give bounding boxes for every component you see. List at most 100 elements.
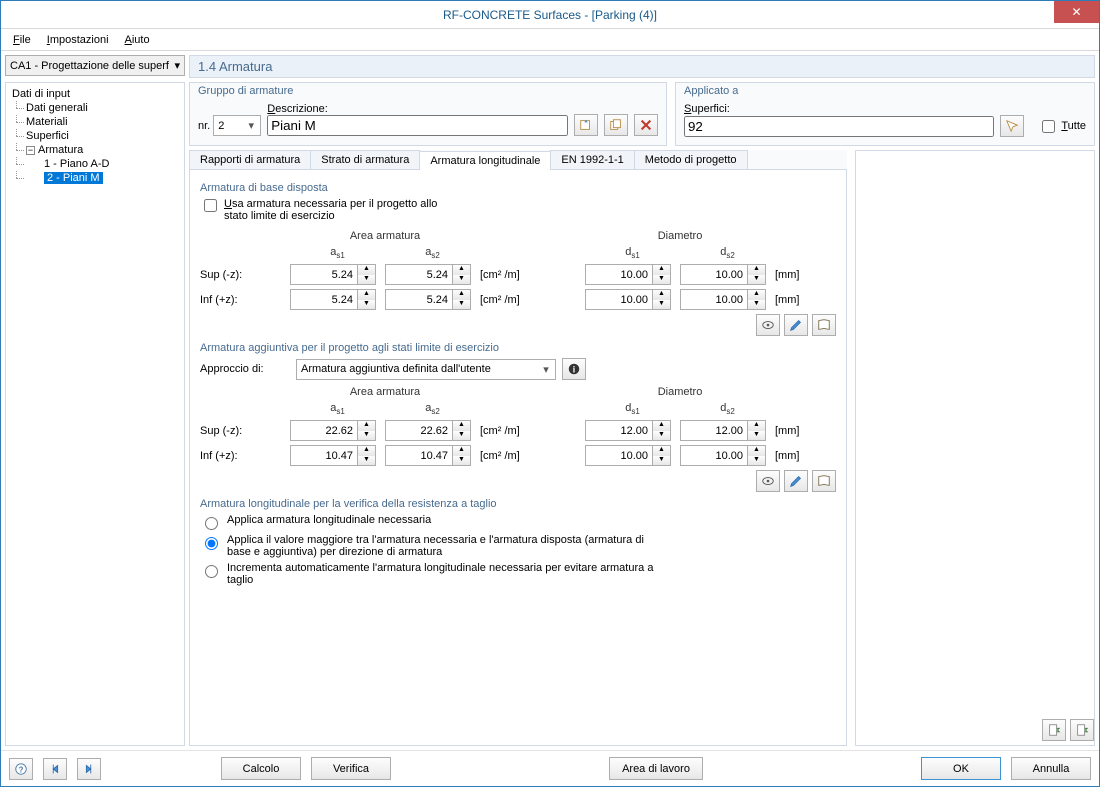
ds1-header: ds1 bbox=[585, 246, 680, 260]
next-button[interactable] bbox=[77, 758, 101, 780]
tab-layer[interactable]: Strato di armatura bbox=[310, 150, 420, 169]
cancel-button[interactable]: Annulla bbox=[1011, 757, 1091, 780]
group-reinforcement: Gruppo di armature nr. 2 ▾ Descrizione: bbox=[189, 82, 667, 146]
group-apply-title: Applicato a bbox=[684, 85, 1086, 97]
tree-item-surfaces[interactable]: Superfici bbox=[8, 129, 182, 143]
base-sup-d1[interactable]: ▲▼ bbox=[585, 264, 671, 285]
section-heading: 1.4 Armatura bbox=[189, 55, 1095, 78]
as2-header: as2 bbox=[385, 246, 480, 260]
tree-item-armatura[interactable]: −Armatura bbox=[8, 143, 182, 157]
nr-label: nr. bbox=[198, 120, 210, 132]
info-button[interactable]: i bbox=[562, 358, 586, 380]
all-checkbox-wrap[interactable]: Tutte bbox=[1038, 117, 1086, 136]
as1-header: as1 bbox=[290, 246, 385, 260]
case-selector[interactable]: CA1 - Progettazione delle superf ▾ bbox=[5, 55, 185, 76]
prev-button[interactable] bbox=[43, 758, 67, 780]
surfaces-label: Superfici: bbox=[684, 103, 730, 115]
shear-opt3-radio[interactable] bbox=[205, 565, 218, 578]
title-bar: RF-CONCRETE Surfaces - [Parking (4)] ✕ bbox=[1, 1, 1099, 29]
library-button-2[interactable] bbox=[812, 470, 836, 492]
add-inf-a2[interactable]: ▲▼ bbox=[385, 445, 471, 466]
shear-opt2-label: Applica il valore maggiore tra l'armatur… bbox=[227, 534, 657, 558]
export-button-1[interactable] bbox=[1042, 719, 1066, 741]
add-sup-d2[interactable]: ▲▼ bbox=[680, 420, 766, 441]
unit-mm: [mm] bbox=[775, 269, 825, 281]
nav-tree[interactable]: Dati di input Dati generali Materiali Su… bbox=[5, 82, 185, 746]
approach-select[interactable]: Armatura aggiuntiva definita dall'utente… bbox=[296, 359, 556, 380]
svg-text:i: i bbox=[573, 365, 575, 375]
tab-longitudinal[interactable]: Armatura longitudinale bbox=[419, 151, 551, 170]
base-sup-d2[interactable]: ▲▼ bbox=[680, 264, 766, 285]
add-sup-d1[interactable]: ▲▼ bbox=[585, 420, 671, 441]
workarea-button[interactable]: Area di lavoro bbox=[609, 757, 703, 780]
pick-surface-button[interactable] bbox=[1000, 115, 1024, 137]
ok-button[interactable]: OK bbox=[921, 757, 1001, 780]
menu-settings[interactable]: Impostazioni bbox=[41, 32, 115, 48]
tree-root[interactable]: Dati di input bbox=[8, 87, 182, 101]
add-inf-a1[interactable]: ▲▼ bbox=[290, 445, 376, 466]
edit-button-2[interactable] bbox=[784, 470, 808, 492]
description-input[interactable] bbox=[267, 115, 568, 136]
case-selector-value: CA1 - Progettazione delle superf bbox=[10, 60, 169, 72]
tab-method[interactable]: Metodo di progetto bbox=[634, 150, 748, 169]
unit-area: [cm² /m] bbox=[480, 269, 545, 281]
base-inf-a2[interactable]: ▲▼ bbox=[385, 289, 471, 310]
shear-opt2-radio[interactable] bbox=[205, 537, 218, 550]
verify-button[interactable]: Verifica bbox=[311, 757, 391, 780]
calculate-button[interactable]: Calcolo bbox=[221, 757, 301, 780]
tab-strip: Rapporti di armatura Strato di armatura … bbox=[189, 150, 847, 170]
shear-title: Armatura longitudinale per la verifica d… bbox=[200, 498, 836, 510]
inf-row-label: Inf (+z): bbox=[200, 294, 290, 306]
svg-text:?: ? bbox=[19, 765, 24, 774]
approach-value: Armatura aggiuntiva definita dall'utente bbox=[301, 363, 491, 375]
close-button[interactable]: ✕ bbox=[1054, 1, 1099, 23]
add-inf-d2[interactable]: ▲▼ bbox=[680, 445, 766, 466]
tree-item-materials[interactable]: Materiali bbox=[8, 115, 182, 129]
ds2-header: ds2 bbox=[680, 246, 775, 260]
base-inf-d1[interactable]: ▲▼ bbox=[585, 289, 671, 310]
preview-button[interactable] bbox=[756, 314, 780, 336]
base-sup-a2[interactable]: ▲▼ bbox=[385, 264, 471, 285]
base-inf-a1[interactable]: ▲▼ bbox=[290, 289, 376, 310]
diam-header: Diametro bbox=[585, 230, 775, 242]
menu-help[interactable]: Aiuto bbox=[119, 32, 156, 48]
base-sup-a1[interactable]: ▲▼ bbox=[290, 264, 376, 285]
delete-group-button[interactable] bbox=[634, 114, 658, 136]
use-required-checkbox[interactable] bbox=[204, 199, 217, 212]
chevron-down-icon: ▾ bbox=[539, 363, 553, 376]
tab-ratios[interactable]: Rapporti di armatura bbox=[189, 150, 311, 169]
shear-opt1-radio[interactable] bbox=[205, 517, 218, 530]
tree-toggle-icon[interactable]: − bbox=[26, 146, 35, 155]
preview-button-2[interactable] bbox=[756, 470, 780, 492]
add-reinf-title: Armatura aggiuntiva per il progetto agli… bbox=[200, 342, 836, 354]
tree-item-2[interactable]: 2 - Piani M bbox=[8, 171, 182, 185]
menu-file[interactable]: File bbox=[7, 32, 37, 48]
library-button[interactable] bbox=[812, 314, 836, 336]
new-group-button[interactable] bbox=[574, 114, 598, 136]
add-sup-a1[interactable]: ▲▼ bbox=[290, 420, 376, 441]
nr-combo[interactable]: 2 ▾ bbox=[213, 115, 261, 136]
add-inf-d1[interactable]: ▲▼ bbox=[585, 445, 671, 466]
base-inf-d2[interactable]: ▲▼ bbox=[680, 289, 766, 310]
approach-label: Approccio di: bbox=[200, 363, 290, 375]
window-title: RF-CONCRETE Surfaces - [Parking (4)] bbox=[443, 8, 657, 22]
tree-item-general[interactable]: Dati generali bbox=[8, 101, 182, 115]
base-reinf-title: Armatura di base disposta bbox=[200, 182, 836, 194]
surfaces-input[interactable] bbox=[684, 116, 994, 137]
chevron-down-icon: ▾ bbox=[174, 59, 180, 72]
add-sup-a2[interactable]: ▲▼ bbox=[385, 420, 471, 441]
help-button[interactable]: ? bbox=[9, 758, 33, 780]
group-reinf-title: Gruppo di armature bbox=[198, 85, 658, 97]
tree-item-1[interactable]: 1 - Piano A-D bbox=[8, 157, 182, 171]
area-header: Area armatura bbox=[290, 230, 480, 242]
copy-group-button[interactable] bbox=[604, 114, 628, 136]
all-checkbox[interactable] bbox=[1042, 120, 1055, 133]
preview-panel bbox=[855, 150, 1095, 746]
menu-bar: File Impostazioni Aiuto bbox=[1, 29, 1099, 51]
edit-button[interactable] bbox=[784, 314, 808, 336]
export-button-2[interactable] bbox=[1070, 719, 1094, 741]
use-required-label: Usa armatura necessaria per il progetto … bbox=[224, 198, 437, 222]
group-applied-to: Applicato a Superfici: Tutte bbox=[675, 82, 1095, 146]
shear-opt3-label: Incrementa automaticamente l'armatura lo… bbox=[227, 562, 657, 586]
tab-en1992[interactable]: EN 1992-1-1 bbox=[550, 150, 634, 169]
